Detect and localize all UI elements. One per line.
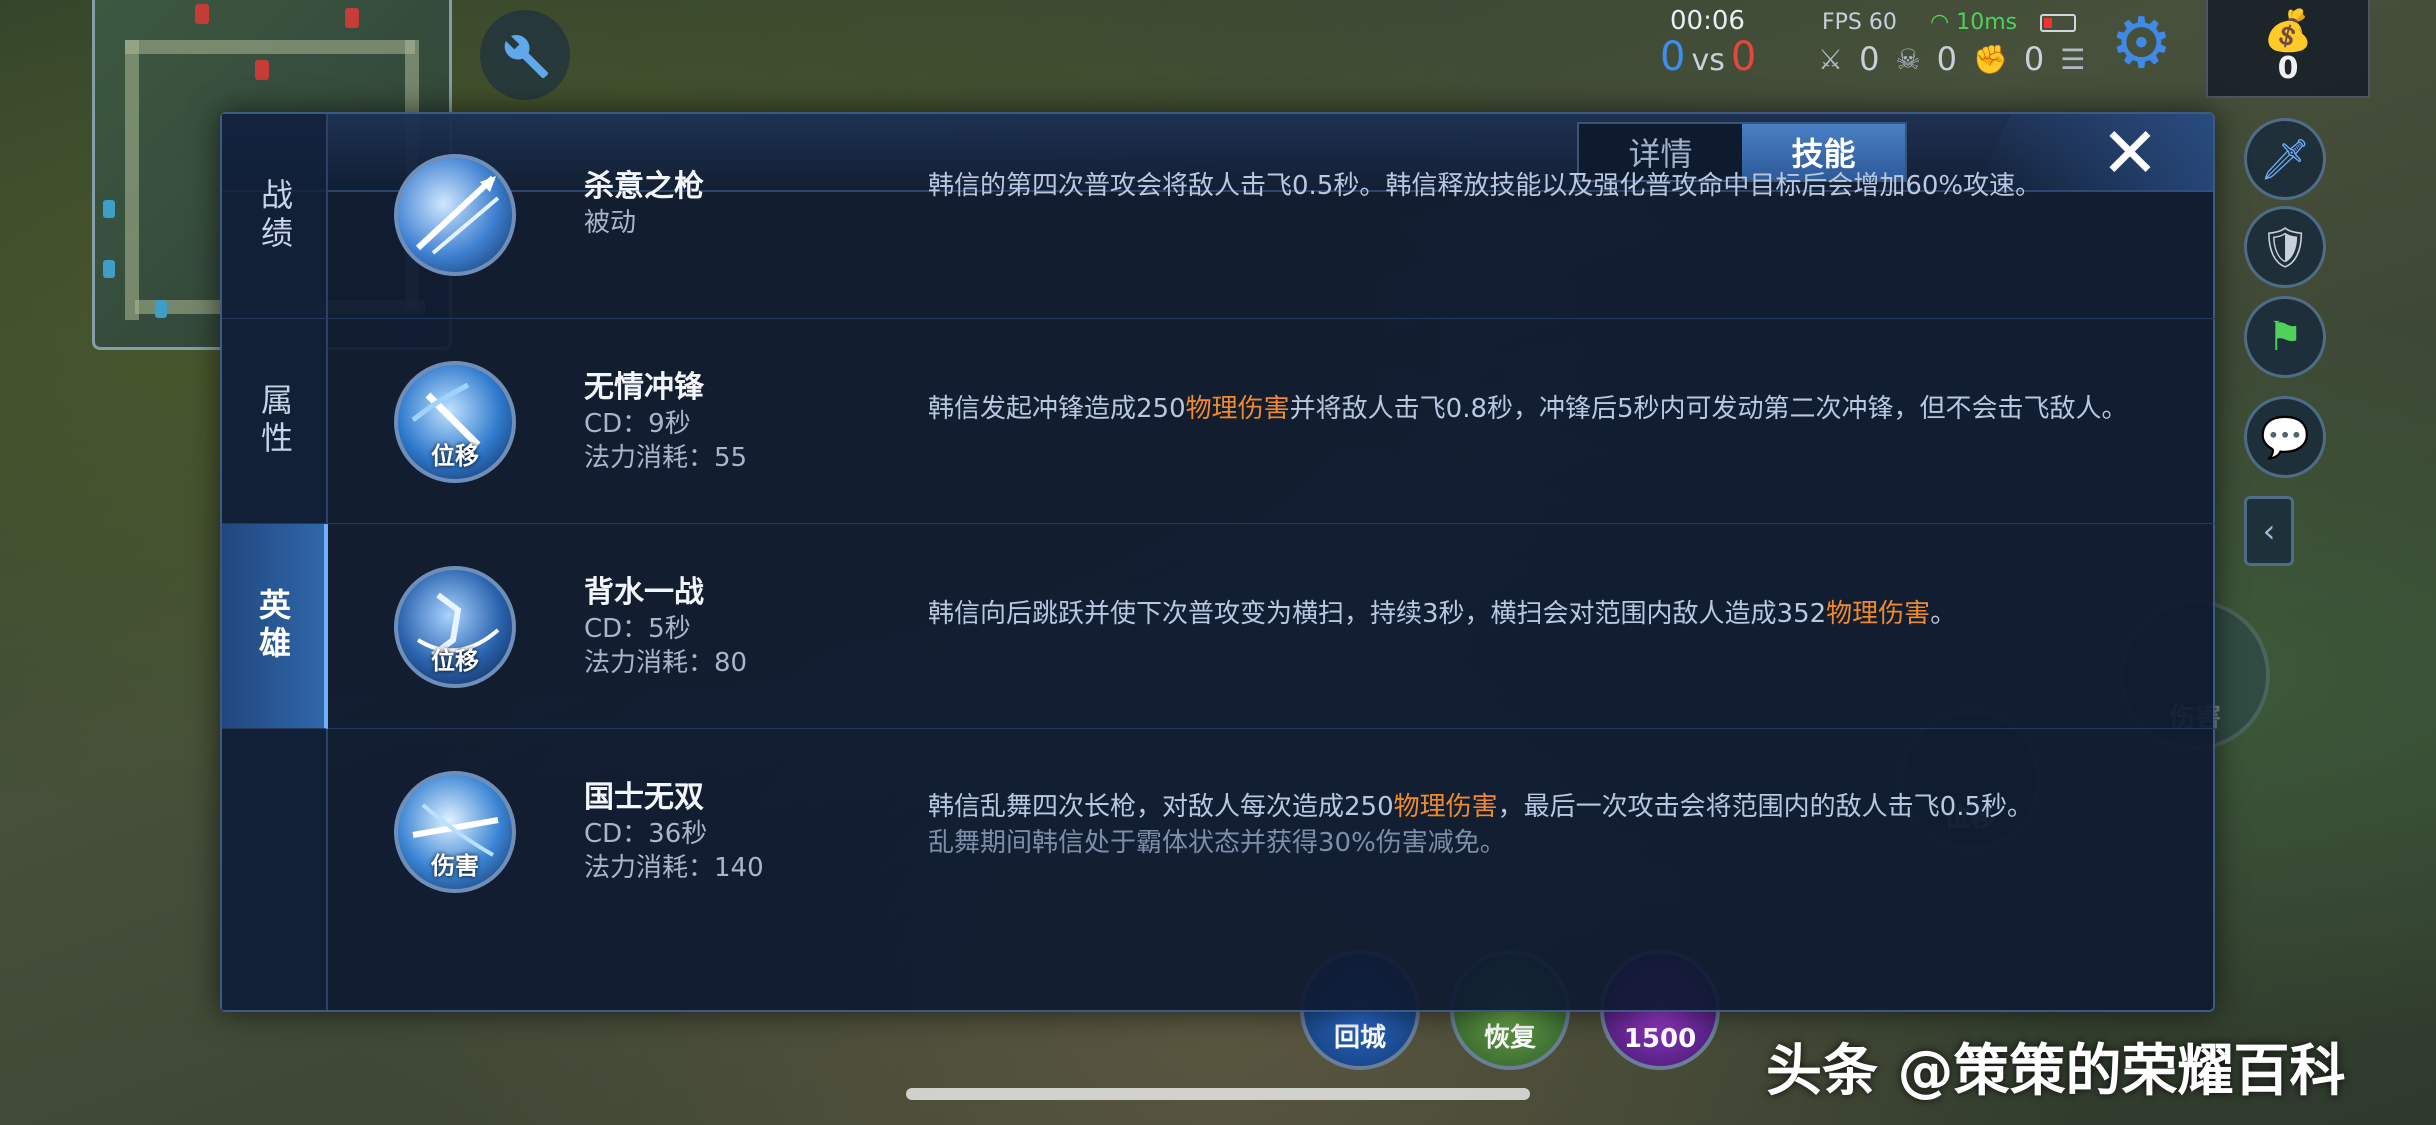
skill-tag: 伤害 bbox=[431, 852, 479, 880]
skill-description: 韩信向后跳跃并使下次普攻变为横扫，持续3秒，横扫会对范围内敌人造成352物理伤害… bbox=[928, 599, 1957, 629]
skill-name: 无情冲锋 bbox=[584, 370, 704, 405]
skill-row-3: 伤害 国士无双 CD：36秒 法力消耗：140 韩信乱舞四次长枪，对敌人每次造成… bbox=[328, 729, 2215, 934]
retreat-signal-button[interactable]: 🛡 bbox=[2244, 206, 2326, 288]
shield-icon: 🛡 bbox=[2259, 224, 2311, 271]
wifi-icon: ◠ bbox=[1930, 10, 1957, 35]
chat-button[interactable]: 💬 bbox=[2244, 396, 2326, 478]
skill-description-extra: 乱舞期间韩信处于霸体状态并获得30%伤害减免。 bbox=[928, 828, 1506, 858]
gear-icon[interactable]: ⚙ bbox=[2110, 8, 2173, 78]
skill-row-passive: 杀意之枪 被动 韩信的第四次普攻会将敌人击飞0.5秒。韩信释放技能以及强化普攻命… bbox=[328, 114, 2215, 319]
skill-cooldown: CD：36秒 bbox=[584, 819, 708, 849]
chevron-left-icon: ‹ bbox=[2262, 512, 2276, 550]
match-timer: 00:06 bbox=[1670, 6, 1745, 36]
skill-tag: 位移 bbox=[431, 442, 479, 470]
skill-description: 韩信发起冲锋造成250物理伤害并将敌人击飞0.8秒，冲锋后5秒内可发动第二次冲锋… bbox=[928, 394, 2128, 424]
red-score: 0 bbox=[1730, 34, 1757, 80]
kda-readout: ⚔ 0 ☠ 0 ✊ 0 ☰ bbox=[1818, 40, 2085, 78]
kills-count: 0 bbox=[1859, 40, 1880, 78]
skill-row-1: 位移 无情冲锋 CD：9秒 法力消耗：55 韩信发起冲锋造成250物理伤害并将敌… bbox=[328, 319, 2215, 524]
collapse-button[interactable]: ‹ bbox=[2244, 496, 2294, 566]
gold-amount: 0 bbox=[2277, 50, 2299, 86]
team-score: 0 vs 0 bbox=[1660, 34, 1756, 80]
fist-icon: ✊ bbox=[1972, 42, 2008, 76]
chat-icon: 💬 bbox=[2260, 414, 2310, 461]
list-icon[interactable]: ☰ bbox=[2060, 43, 2085, 76]
skull-icon: ☠ bbox=[1895, 42, 1921, 76]
hero-info-panel: 详情 技能 ✕ 战绩 属性 英雄 杀意之枪 被动 韩信的第四次普攻会将敌人击飞0… bbox=[220, 112, 2215, 1012]
home-indicator[interactable] bbox=[906, 1088, 1530, 1100]
spear-icon bbox=[394, 154, 516, 276]
shop-button[interactable]: 💰 0 bbox=[2206, 0, 2370, 98]
watermark: 头条 @策策的荣耀百科 bbox=[1766, 1039, 2346, 1104]
skill-mana-cost: 法力消耗：55 bbox=[584, 443, 748, 473]
wrench-icon[interactable] bbox=[480, 10, 570, 100]
skill-mana-cost: 法力消耗：80 bbox=[584, 648, 748, 678]
skill-meta: 无情冲锋 CD：9秒 法力消耗：55 bbox=[584, 369, 747, 475]
skill-cooldown: CD：9秒 bbox=[584, 409, 691, 439]
sidebar-item-hero[interactable]: 英雄 bbox=[222, 524, 328, 729]
fps-readout: FPS 60 bbox=[1822, 10, 1897, 35]
sidebar-item-record[interactable]: 战绩 bbox=[222, 114, 328, 319]
sword-icon: 🗡 bbox=[2259, 136, 2311, 183]
skill-meta: 杀意之枪 被动 bbox=[584, 168, 704, 240]
skill-row-2: 位移 背水一战 CD：5秒 法力消耗：80 韩信向后跳跃并使下次普攻变为横扫，持… bbox=[328, 524, 2215, 729]
skill-name: 国士无双 bbox=[584, 780, 704, 815]
skill-meta: 背水一战 CD：5秒 法力消耗：80 bbox=[584, 574, 747, 680]
deaths-count: 0 bbox=[1936, 40, 1957, 78]
sword-icon: ⚔ bbox=[1818, 42, 1844, 76]
skill-type: 被动 bbox=[584, 208, 637, 238]
skill-mana-cost: 法力消耗：140 bbox=[584, 853, 764, 883]
skill-description: 韩信的第四次普攻会将敌人击飞0.5秒。韩信释放技能以及强化普攻命中目标后会增加6… bbox=[928, 171, 2042, 201]
skill-tag: 位移 bbox=[431, 647, 479, 675]
ping-readout: ◠ 10ms bbox=[1930, 10, 2018, 35]
battery-icon bbox=[2040, 14, 2076, 32]
attack-signal-button[interactable]: 🗡 bbox=[2244, 118, 2326, 200]
skill-name: 背水一战 bbox=[584, 575, 704, 610]
panel-sidebar: 战绩 属性 英雄 bbox=[222, 114, 328, 1010]
skill-meta: 国士无双 CD：36秒 法力消耗：140 bbox=[584, 779, 764, 885]
flag-icon: ⚑ bbox=[2267, 314, 2303, 360]
score-vs: vs bbox=[1691, 43, 1725, 78]
skill-name: 杀意之枪 bbox=[584, 169, 704, 204]
money-bag-icon: 💰 bbox=[2263, 7, 2313, 54]
spear-dance-icon: 伤害 bbox=[394, 771, 516, 893]
gather-signal-button[interactable]: ⚑ bbox=[2244, 296, 2326, 378]
leap-icon: 位移 bbox=[394, 566, 516, 688]
skill-description: 韩信乱舞四次长枪，对敌人每次造成250物理伤害，最后一次攻击会将范围内的敌人击飞… bbox=[928, 789, 2168, 861]
skill-cooldown: CD：5秒 bbox=[584, 614, 691, 644]
assists-count: 0 bbox=[2023, 40, 2045, 78]
blue-score: 0 bbox=[1660, 34, 1686, 80]
dash-spear-icon: 位移 bbox=[394, 361, 516, 483]
sidebar-item-attributes[interactable]: 属性 bbox=[222, 319, 328, 524]
